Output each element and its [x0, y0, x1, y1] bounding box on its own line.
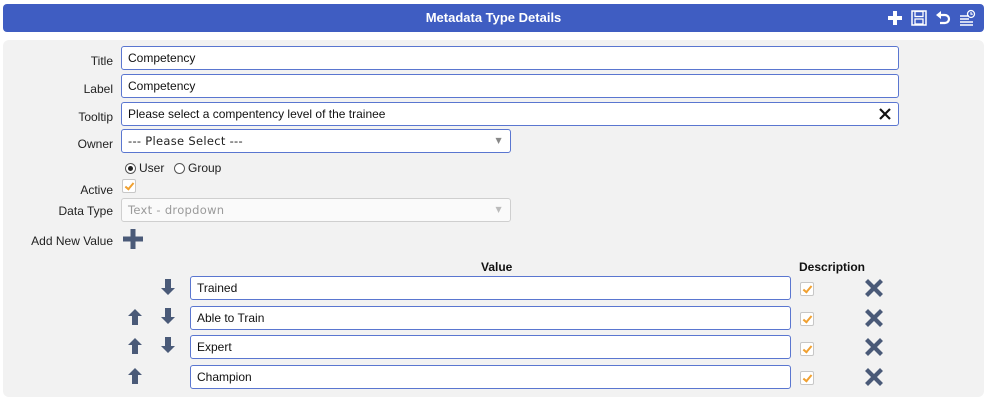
tooltip-field[interactable] [121, 102, 899, 126]
owner-type-user-radio[interactable]: User [125, 161, 164, 175]
value-field[interactable] [190, 365, 791, 389]
value-input[interactable] [197, 307, 784, 329]
radio-user-label: User [139, 161, 165, 175]
owner-select[interactable]: --- Please Select --- ▼ [121, 129, 511, 153]
chevron-down-icon: ▼ [495, 136, 502, 145]
value-field[interactable] [190, 276, 791, 300]
label-field[interactable] [121, 74, 899, 98]
tooltip-label: Tooltip [78, 110, 113, 124]
description-checkbox[interactable] [800, 282, 814, 296]
description-checkbox[interactable] [800, 312, 814, 326]
label-label: Label [83, 82, 113, 96]
owner-type-group-radio[interactable]: Group [174, 161, 221, 175]
move-down-icon[interactable] [160, 336, 176, 354]
move-up-icon[interactable] [127, 367, 143, 385]
delete-icon[interactable] [865, 309, 883, 327]
owner-label: Owner [77, 137, 113, 151]
value-field[interactable] [190, 335, 791, 359]
header-toolbar [886, 8, 976, 28]
value-field[interactable] [190, 306, 791, 330]
details-panel: Title Label Tooltip Owner --- Please Sel… [3, 40, 984, 397]
clear-icon[interactable] [878, 106, 892, 120]
title-field[interactable] [121, 46, 899, 70]
description-column-header: Description [799, 260, 866, 274]
move-down-icon[interactable] [160, 278, 176, 296]
save-icon[interactable] [910, 8, 928, 28]
label-input[interactable] [128, 75, 892, 97]
delete-icon[interactable] [865, 368, 883, 386]
active-checkbox[interactable] [122, 179, 136, 193]
data-type-value: Text - dropdown [128, 203, 225, 217]
owner-select-value: --- Please Select --- [128, 134, 243, 148]
header-title: Metadata Type Details [425, 10, 562, 25]
value-column-header: Value [481, 260, 513, 274]
description-checkbox[interactable] [800, 342, 814, 356]
radio-unselected-icon [174, 162, 185, 174]
value-input[interactable] [197, 366, 784, 388]
value-input[interactable] [197, 336, 784, 358]
move-up-icon[interactable] [127, 337, 143, 355]
data-type-label: Data Type [58, 204, 113, 218]
history-icon[interactable] [958, 8, 976, 28]
active-label: Active [80, 183, 113, 197]
add-new-value-label: Add New Value [31, 234, 113, 248]
delete-icon[interactable] [865, 338, 883, 356]
plus-icon[interactable] [886, 8, 904, 28]
details-header: Metadata Type Details [3, 4, 984, 32]
data-type-select: Text - dropdown ▼ [121, 198, 511, 222]
delete-icon[interactable] [865, 279, 883, 297]
title-input[interactable] [128, 47, 892, 69]
radio-selected-icon [125, 162, 136, 174]
tooltip-input[interactable] [128, 103, 868, 125]
move-up-icon[interactable] [127, 308, 143, 326]
add-value-plus-icon[interactable] [122, 228, 144, 250]
undo-icon[interactable] [934, 8, 952, 28]
title-label: Title [90, 54, 113, 68]
chevron-down-icon: ▼ [495, 205, 502, 214]
radio-group-label: Group [188, 161, 222, 175]
description-checkbox[interactable] [800, 371, 814, 385]
value-input[interactable] [197, 277, 784, 299]
move-down-icon[interactable] [160, 307, 176, 325]
